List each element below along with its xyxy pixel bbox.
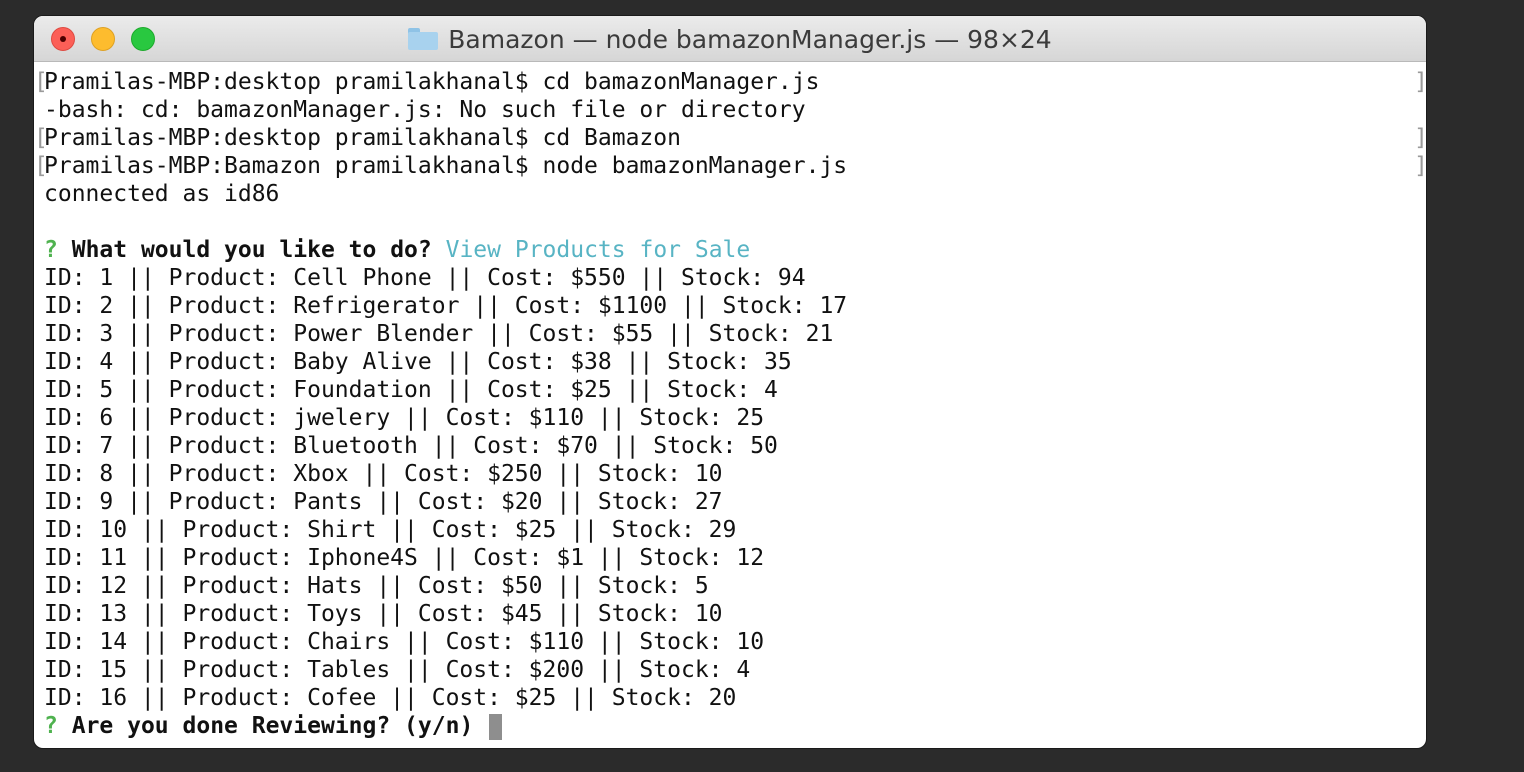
terminal-line: Pramilas-MBP:desktop pramilakhanal$ cd b… — [44, 69, 820, 95]
product-row: ID: 15 || Product: Tables || Cost: $200 … — [44, 657, 751, 683]
product-row: ID: 6 || Product: jwelery || Cost: $110 … — [44, 405, 765, 431]
title-bar[interactable]: Bamazon — node bamazonManager.js — 98×24 — [34, 16, 1426, 62]
question-text: Are you done Reviewing? (y/n) — [71, 713, 474, 739]
product-row: ID: 5 || Product: Foundation || Cost: $2… — [44, 377, 778, 403]
product-row: ID: 1 || Product: Cell Phone || Cost: $5… — [44, 265, 806, 291]
product-row: ID: 14 || Product: Chairs || Cost: $110 … — [44, 629, 765, 655]
product-row: ID: 8 || Product: Xbox || Cost: $250 || … — [44, 461, 723, 487]
terminal-window: Bamazon — node bamazonManager.js — 98×24… — [34, 16, 1426, 748]
question-line: ? What would you like to do? View Produc… — [44, 236, 750, 264]
terminal-line: Pramilas-MBP:desktop pramilakhanal$ cd B… — [44, 125, 681, 151]
product-row: ID: 11 || Product: Iphone4S || Cost: $1 … — [44, 545, 765, 571]
product-row: ID: 13 || Product: Toys || Cost: $45 || … — [44, 601, 723, 627]
product-row: ID: 2 || Product: Refrigerator || Cost: … — [44, 293, 848, 319]
window-title-container: Bamazon — node bamazonManager.js — 98×24 — [34, 16, 1426, 62]
product-row: ID: 16 || Product: Cofee || Cost: $25 ||… — [44, 685, 737, 711]
question-text: What would you like to do? — [71, 237, 432, 263]
line-mark-right: ] — [1414, 152, 1426, 180]
product-row: ID: 12 || Product: Hats || Cost: $50 || … — [44, 573, 709, 599]
product-row: ID: 3 || Product: Power Blender || Cost:… — [44, 321, 834, 347]
terminal-line: Pramilas-MBP:Bamazon pramilakhanal$ node… — [44, 153, 848, 179]
product-row: ID: 10 || Product: Shirt || Cost: $25 ||… — [44, 517, 737, 543]
terminal-line: connected as id86 — [44, 181, 280, 207]
selected-answer: View Products for Sale — [445, 237, 751, 263]
question-line: ? Are you done Reviewing? (y/n) — [44, 712, 503, 740]
terminal-output[interactable]: [ ] [ ] [ ] Pramilas-MBP:desktop pramila… — [34, 66, 1426, 748]
product-row: ID: 9 || Product: Pants || Cost: $20 || … — [44, 489, 723, 515]
text-cursor[interactable] — [489, 713, 503, 740]
line-mark-right: ] — [1414, 68, 1426, 96]
product-row: ID: 7 || Product: Bluetooth || Cost: $70… — [44, 433, 778, 459]
product-row: ID: 4 || Product: Baby Alive || Cost: $3… — [44, 349, 792, 375]
folder-icon — [408, 28, 439, 50]
terminal-line: -bash: cd: bamazonManager.js: No such fi… — [44, 97, 806, 123]
line-mark-right: ] — [1414, 124, 1426, 152]
window-title: Bamazon — node bamazonManager.js — 98×24 — [448, 24, 1052, 54]
question-mark: ? — [44, 237, 58, 263]
question-mark: ? — [44, 713, 58, 739]
